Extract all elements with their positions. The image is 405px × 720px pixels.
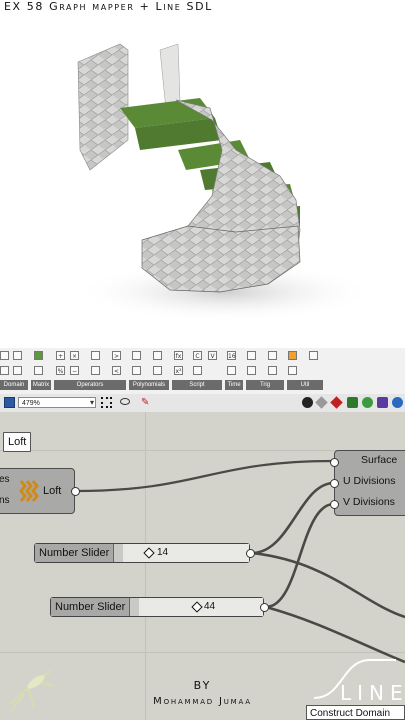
util-icon[interactable] (288, 366, 297, 375)
input-port[interactable] (330, 500, 339, 509)
ribbon-group-domain[interactable]: Domain (0, 380, 28, 390)
util-icon[interactable] (309, 351, 318, 360)
polynomial-icon[interactable] (153, 351, 162, 360)
calendar-icon[interactable]: 16 (227, 351, 236, 360)
ribbon-group-time[interactable]: Time (225, 380, 243, 390)
loft-component[interactable]: es ns Loft (0, 468, 75, 514)
trig-icon[interactable] (247, 351, 256, 360)
polynomial-icon[interactable] (132, 351, 141, 360)
ribbon-group-polynomials[interactable]: Polynomials (129, 380, 169, 390)
trig-icon[interactable] (268, 351, 277, 360)
operators-icon[interactable] (91, 351, 100, 360)
display-mode-icon[interactable] (302, 397, 313, 408)
wire-slider-udiv (251, 481, 335, 555)
output-port[interactable] (71, 487, 80, 496)
slider-value: 44 (204, 601, 216, 612)
ribbon-group-script[interactable]: Script (172, 380, 222, 390)
vb-icon[interactable]: V (208, 351, 217, 360)
preview-color-icon[interactable] (330, 396, 343, 409)
input-u-divisions: U Divisions (343, 475, 396, 487)
canvas-toolbar: 479% ▾ ✎ (0, 394, 405, 413)
spiral-staircase-render (75, 43, 375, 322)
grasshopper-canvas[interactable]: Loft es ns Loft Surface U Divisions V Di… (0, 412, 405, 720)
zoom-field[interactable]: 479% (18, 397, 96, 408)
ribbon-group-util[interactable]: Util (287, 380, 323, 390)
x-squared-icon[interactable]: x² (174, 366, 183, 375)
bake-icon[interactable] (377, 397, 388, 408)
video-title: EX 58 Graph mapper + Line SDL (4, 0, 213, 13)
wire-loft-surface (75, 459, 335, 493)
wire-slider-out (251, 551, 405, 619)
slider-label: Number Slider (35, 544, 115, 562)
loft-icon (19, 480, 39, 502)
matrix-icon[interactable] (34, 351, 43, 360)
polynomial-icon[interactable] (132, 366, 141, 375)
slider-value: 14 (157, 547, 169, 558)
mesh-settings-icon[interactable] (347, 397, 358, 408)
construct-domain-component[interactable]: Surface U Divisions V Divisions (334, 450, 405, 516)
component-name: Loft (43, 485, 62, 497)
domain-icon[interactable] (13, 366, 22, 375)
chevron-down-icon[interactable]: ▾ (90, 397, 94, 408)
input-label: ns (0, 495, 10, 506)
script-icon[interactable] (193, 366, 202, 375)
ribbon-group-trig[interactable]: Trig (246, 380, 284, 390)
plus-icon[interactable]: + (56, 351, 65, 360)
save-icon[interactable] (4, 397, 15, 408)
render-viewport: EX 58 Graph mapper + Line SDL (0, 0, 405, 348)
domain-icon[interactable] (0, 366, 9, 375)
input-v-divisions: V Divisions (343, 496, 395, 508)
sketch-pen-icon[interactable]: ✎ (141, 397, 151, 408)
ribbon-group-matrix[interactable]: Matrix (31, 380, 51, 390)
polynomial-icon[interactable] (153, 366, 162, 375)
time-icon[interactable] (227, 366, 236, 375)
component-ribbon: + × > % − < fx C V x² 16 Domain Matrix O… (0, 348, 405, 395)
back-shell-left (77, 43, 129, 171)
input-port[interactable] (330, 479, 339, 488)
input-label: es (0, 474, 10, 485)
minus-icon[interactable]: − (70, 366, 79, 375)
number-slider[interactable]: Number Slider 44 (50, 597, 264, 617)
display-mode-icon[interactable] (315, 396, 328, 409)
csharp-icon[interactable]: C (193, 351, 202, 360)
trig-icon[interactable] (268, 366, 277, 375)
less-icon[interactable]: < (112, 366, 121, 375)
input-port[interactable] (330, 458, 339, 467)
domain-icon[interactable] (0, 351, 9, 360)
ribbon-group-operators[interactable]: Operators (54, 380, 126, 390)
zoom-extents-icon[interactable] (101, 397, 112, 408)
preview-eye-icon[interactable] (120, 398, 130, 405)
percent-icon[interactable]: % (56, 366, 65, 375)
slider-track[interactable] (123, 544, 249, 562)
wire-slider-vdiv (265, 502, 335, 609)
fx-icon[interactable]: fx (174, 351, 183, 360)
times-icon[interactable]: × (70, 351, 79, 360)
slider-label: Number Slider (51, 598, 131, 616)
matrix-icon[interactable] (34, 366, 43, 375)
input-surface: Surface (361, 454, 398, 466)
preview-icon[interactable] (362, 397, 373, 408)
greater-icon[interactable]: > (112, 351, 121, 360)
globe-icon[interactable] (392, 397, 403, 408)
construct-domain-label[interactable]: Construct Domain (306, 705, 405, 720)
output-port[interactable] (260, 603, 269, 612)
logo-text: LINE (340, 681, 404, 705)
number-slider[interactable]: Number Slider 14 (34, 543, 250, 563)
output-port[interactable] (246, 549, 255, 558)
component-tooltip: Loft (3, 432, 32, 452)
line-logo: LINE (313, 659, 404, 705)
trig-icon[interactable] (247, 366, 256, 375)
util-icon[interactable] (288, 351, 297, 360)
operators-icon[interactable] (91, 366, 100, 375)
domain-icon[interactable] (13, 351, 22, 360)
